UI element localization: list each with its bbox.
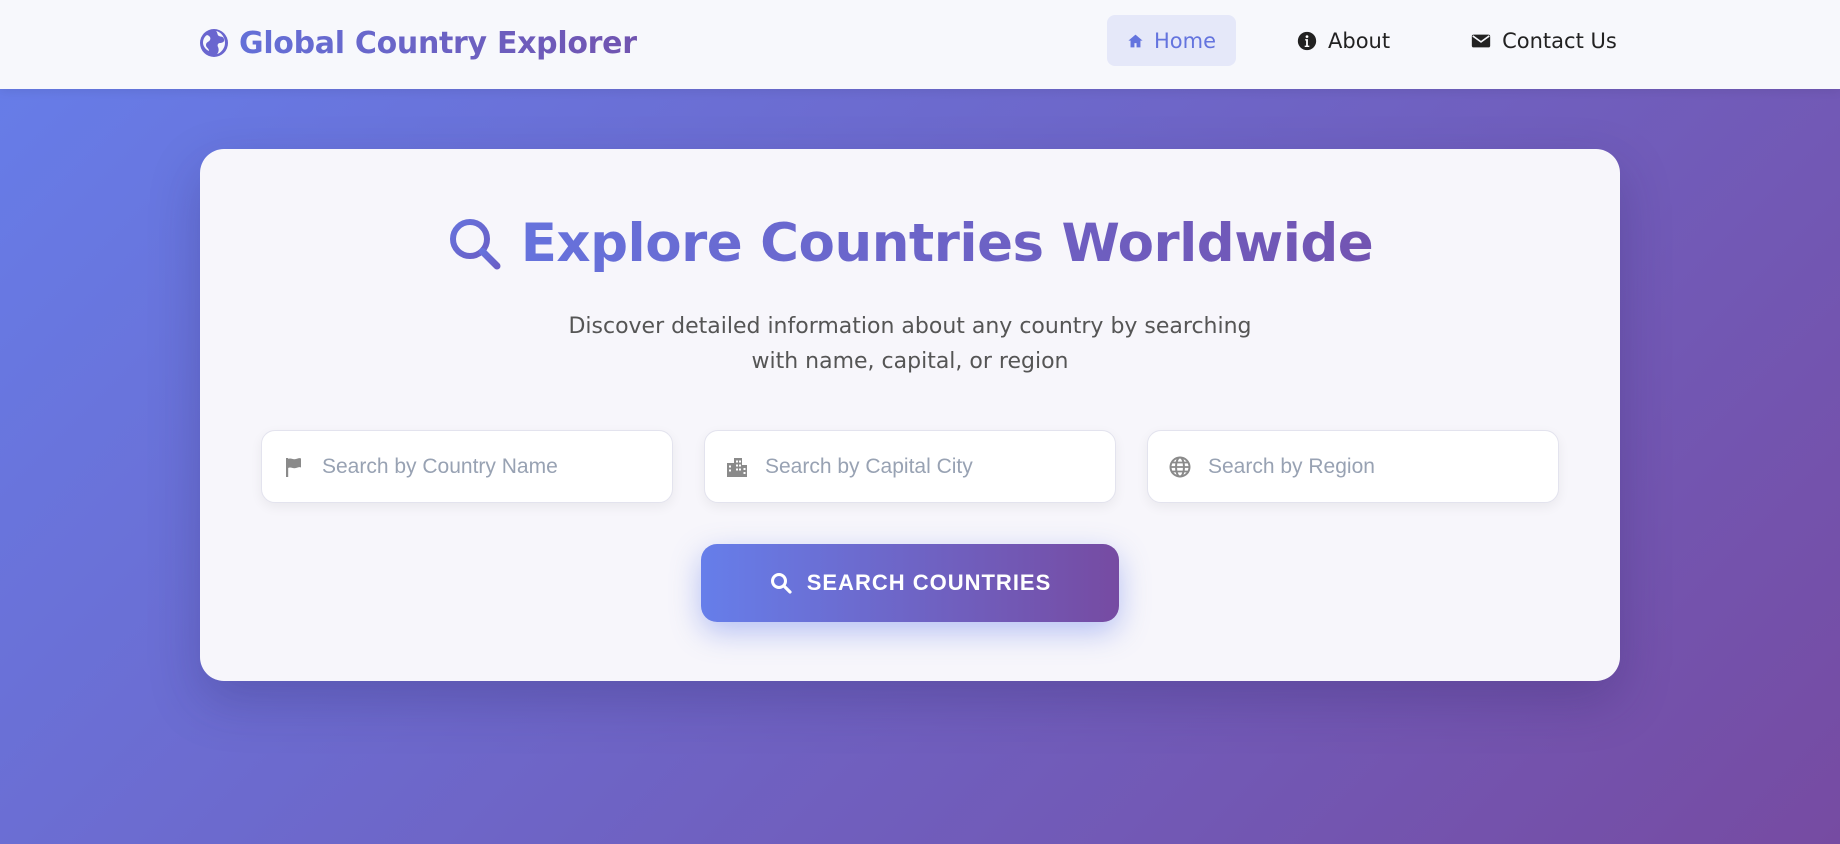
page-subtitle: Discover detailed information about any …: [568, 314, 1252, 374]
nav-contact[interactable]: Contact Us: [1450, 15, 1637, 66]
capital-city-input[interactable]: [765, 454, 1105, 479]
nav-about-label: About: [1328, 28, 1391, 53]
capital-city-field[interactable]: [704, 430, 1116, 503]
flag-icon: [286, 457, 301, 477]
region-field[interactable]: [1147, 430, 1559, 503]
search-button-label: SEARCH COUNTRIES: [806, 570, 1052, 595]
country-name-field[interactable]: [261, 430, 673, 503]
info-icon: [1297, 31, 1317, 50]
search-icon: [770, 573, 792, 594]
home-icon: [1128, 34, 1143, 47]
nav-home[interactable]: Home: [1107, 15, 1236, 66]
region-input[interactable]: [1208, 454, 1548, 479]
search-card: Explore Countries Worldwide Discover det…: [200, 149, 1620, 681]
search-icon: [449, 218, 501, 269]
brand[interactable]: Global Country Explorer: [199, 24, 637, 62]
app-title: Global Country Explorer: [239, 25, 637, 61]
nav-home-label: Home: [1153, 28, 1216, 53]
envelope-icon: [1471, 34, 1491, 47]
country-name-input[interactable]: [322, 454, 662, 479]
nav-about[interactable]: About: [1276, 15, 1410, 66]
city-icon: [727, 457, 747, 477]
globe-icon: [200, 29, 228, 57]
search-countries-button[interactable]: SEARCH COUNTRIES: [701, 544, 1119, 622]
hero-heading: Explore Countries Worldwide: [200, 213, 1620, 274]
globe-icon: [1169, 456, 1191, 477]
top-navbar: Global Country Explorer Home About Conta…: [0, 0, 1840, 89]
nav-contact-label: Contact Us: [1502, 28, 1617, 53]
page-title: Explore Countries Worldwide: [520, 213, 1374, 274]
nav-links: Home About Contact Us: [1107, 15, 1637, 66]
